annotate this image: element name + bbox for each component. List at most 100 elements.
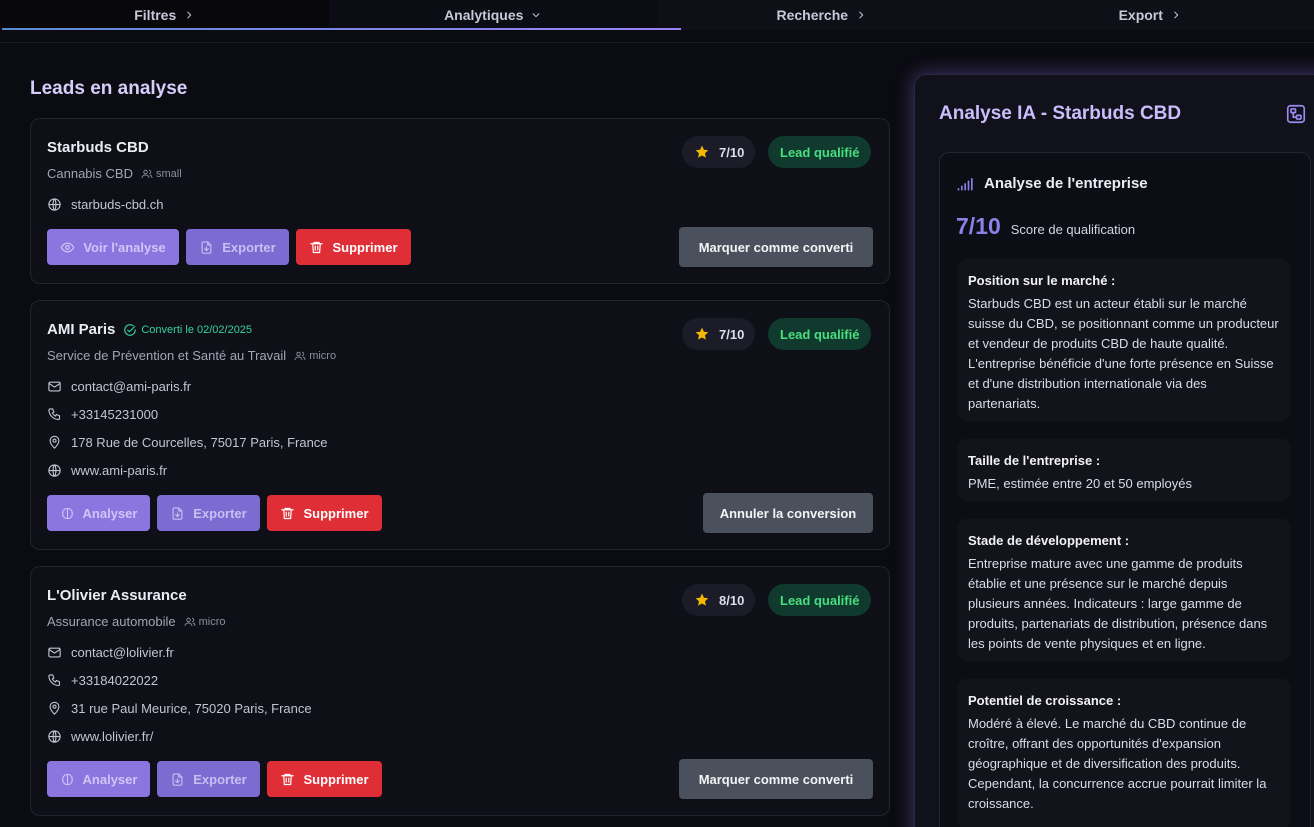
lead-email[interactable]: contact@ami-paris.fr bbox=[47, 379, 191, 394]
export-button[interactable]: Exporter bbox=[186, 229, 289, 265]
lead-website[interactable]: starbuds-cbd.ch bbox=[47, 197, 164, 212]
phone-icon bbox=[47, 407, 62, 422]
button-label: Supprimer bbox=[303, 771, 369, 787]
view-analysis-button[interactable]: Voir l'analyse bbox=[47, 229, 179, 265]
button-label: Supprimer bbox=[332, 239, 398, 255]
growth-potential-block: Potentiel de croissance : Modéré à élevé… bbox=[958, 679, 1290, 827]
lead-address: 178 Rue de Courcelles, 75017 Paris, Fran… bbox=[47, 435, 328, 450]
converted-badge: Converti le 02/02/2025 bbox=[123, 323, 252, 337]
delete-button[interactable]: Supprimer bbox=[267, 761, 382, 797]
company-size: micro bbox=[184, 616, 226, 628]
map-pin-icon bbox=[47, 435, 62, 450]
lead-phone[interactable]: +33184022022 bbox=[47, 673, 158, 688]
lead-card-starbuds: Starbuds CBD Cannabis CBD small starbuds… bbox=[30, 118, 890, 284]
button-label: Exporter bbox=[193, 771, 247, 787]
tab-analytiques[interactable]: Analytiques bbox=[328, 0, 657, 30]
brain-icon bbox=[60, 506, 75, 521]
chevron-right-icon bbox=[184, 10, 194, 20]
active-tab-indicator bbox=[2, 28, 681, 30]
score-value: 7/10 bbox=[719, 326, 745, 342]
star-icon bbox=[694, 144, 710, 160]
tab-label: Recherche bbox=[776, 7, 849, 23]
lead-name-row: AMI Paris Converti le 02/02/2025 bbox=[47, 321, 252, 338]
website-text: starbuds-cbd.ch bbox=[71, 197, 164, 212]
lead-card-ami-paris: AMI Paris Converti le 02/02/2025 Service… bbox=[30, 300, 890, 550]
eye-icon bbox=[60, 240, 75, 255]
phone-text: +33184022022 bbox=[71, 673, 159, 688]
workflow-icon[interactable] bbox=[1285, 103, 1307, 125]
lead-email[interactable]: contact@lolivier.fr bbox=[47, 645, 174, 660]
cancel-conversion-button[interactable]: Annuler la conversion bbox=[703, 493, 873, 533]
divider bbox=[0, 42, 1314, 43]
button-label: Voir l'analyse bbox=[83, 239, 166, 255]
lead-card-lolivier: L'Olivier Assurance Assurance automobile… bbox=[30, 566, 890, 816]
export-button[interactable]: Exporter bbox=[157, 495, 260, 531]
users-icon bbox=[294, 350, 306, 362]
lead-website[interactable]: www.ami-paris.fr bbox=[47, 463, 167, 478]
section-title: Leads en analyse bbox=[30, 78, 188, 99]
analysis-card: Analyse de l'entreprise 7/10 Score de qu… bbox=[939, 152, 1311, 827]
block-text: Entreprise mature avec une gamme de prod… bbox=[968, 556, 1268, 651]
development-stage-block: Stade de développement : Entreprise matu… bbox=[958, 519, 1290, 661]
delete-button[interactable]: Supprimer bbox=[267, 495, 382, 531]
lead-website[interactable]: www.lolivier.fr/ bbox=[47, 729, 153, 744]
mail-icon bbox=[47, 645, 62, 660]
chevron-right-icon bbox=[856, 10, 866, 20]
score-label: Score de qualification bbox=[1010, 222, 1136, 237]
chevron-down-icon bbox=[531, 10, 541, 20]
tab-export[interactable]: Export bbox=[985, 0, 1314, 30]
score-value: 7/10 bbox=[719, 144, 745, 160]
tab-recherche[interactable]: Recherche bbox=[657, 0, 986, 30]
qualification-score: 7/10 Score de qualification bbox=[956, 213, 1135, 240]
button-label: Supprimer bbox=[303, 505, 369, 521]
analysis-section-title: Analyse de l'entreprise bbox=[956, 173, 1148, 193]
size-label: small bbox=[156, 167, 182, 180]
tab-label: Export bbox=[1118, 7, 1163, 23]
analyze-button[interactable]: Analyser bbox=[47, 761, 150, 797]
button-label: Analyser bbox=[82, 771, 138, 787]
block-title: Potentiel de croissance : bbox=[968, 693, 1122, 708]
size-label: micro bbox=[309, 349, 337, 362]
ai-analysis-panel: Analyse IA - Starbuds CBD Analyse de l'e… bbox=[914, 74, 1314, 827]
delete-button[interactable]: Supprimer bbox=[296, 229, 411, 265]
globe-icon bbox=[47, 463, 62, 478]
chevron-right-icon bbox=[1171, 10, 1181, 20]
analyze-button[interactable]: Analyser bbox=[47, 495, 150, 531]
lead-address: 31 rue Paul Meurice, 75020 Paris, France bbox=[47, 701, 312, 716]
sector-label: Cannabis CBD bbox=[47, 166, 133, 181]
lead-sector: Assurance automobile micro bbox=[47, 614, 226, 629]
file-download-icon bbox=[199, 240, 214, 255]
market-position-block: Position sur le marché : Starbuds CBD es… bbox=[958, 259, 1290, 421]
trash-icon bbox=[309, 240, 324, 255]
score-badge: 8/10 bbox=[682, 584, 756, 616]
section-title-text: Analyse de l'entreprise bbox=[984, 174, 1148, 192]
tab-label: Analytiques bbox=[444, 7, 524, 23]
trash-icon bbox=[280, 772, 295, 787]
panel-title: Analyse IA - Starbuds CBD bbox=[939, 103, 1182, 124]
address-text: 178 Rue de Courcelles, 75017 Paris, Fran… bbox=[71, 435, 328, 450]
score-value: 8/10 bbox=[719, 592, 745, 608]
block-text: PME, estimée entre 20 et 50 employés bbox=[968, 476, 1193, 491]
email-text: contact@ami-paris.fr bbox=[71, 379, 192, 394]
button-label: Exporter bbox=[222, 239, 276, 255]
status-badge: Lead qualifié bbox=[768, 318, 872, 350]
globe-icon bbox=[47, 197, 62, 212]
score-badge: 7/10 bbox=[682, 318, 756, 350]
status-badge: Lead qualifié bbox=[768, 584, 872, 616]
converted-date: Converti le 02/02/2025 bbox=[141, 323, 253, 336]
phone-icon bbox=[47, 673, 62, 688]
address-text: 31 rue Paul Meurice, 75020 Paris, France bbox=[71, 701, 312, 716]
button-label: Analyser bbox=[82, 505, 138, 521]
brain-icon bbox=[60, 772, 75, 787]
website-text: www.lolivier.fr/ bbox=[71, 729, 154, 744]
phone-text: +33145231000 bbox=[71, 407, 159, 422]
signal-icon bbox=[956, 173, 976, 193]
tab-filtres[interactable]: Filtres bbox=[0, 0, 329, 30]
mark-converted-button[interactable]: Marquer comme converti bbox=[679, 759, 873, 799]
lead-sector: Service de Prévention et Santé au Travai… bbox=[47, 348, 336, 363]
star-icon bbox=[694, 592, 710, 608]
block-title: Stade de développement : bbox=[968, 533, 1130, 548]
lead-phone[interactable]: +33145231000 bbox=[47, 407, 158, 422]
mark-converted-button[interactable]: Marquer comme converti bbox=[679, 227, 873, 267]
export-button[interactable]: Exporter bbox=[157, 761, 260, 797]
